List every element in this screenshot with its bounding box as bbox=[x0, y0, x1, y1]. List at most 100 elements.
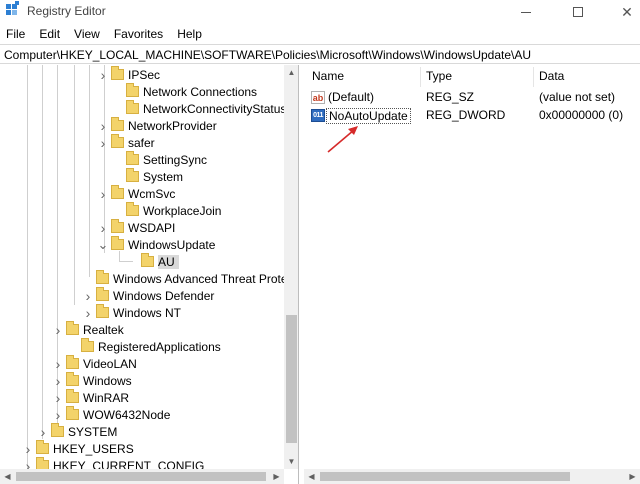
folder-icon bbox=[36, 440, 49, 454]
tree-item[interactable]: › SYSTEM bbox=[37, 423, 117, 440]
tree-guide-line bbox=[89, 65, 90, 277]
menu-edit[interactable]: Edit bbox=[39, 27, 60, 41]
tree-item[interactable]: System bbox=[112, 168, 183, 185]
tree-item-label: Windows Advanced Threat Protect bbox=[113, 271, 297, 286]
folder-icon bbox=[126, 83, 139, 97]
chevron-right-icon[interactable]: › bbox=[97, 135, 109, 151]
chevron-right-icon[interactable]: › bbox=[37, 424, 49, 440]
tree-item[interactable]: › HKEY_USERS bbox=[22, 440, 134, 457]
chevron-down-icon[interactable]: ⌄ bbox=[97, 237, 109, 252]
tree-scroll-thumb[interactable] bbox=[286, 315, 297, 443]
maximize-button[interactable] bbox=[555, 0, 601, 24]
title-bar: Registry Editor ✕ bbox=[0, 0, 640, 24]
folder-icon bbox=[111, 66, 124, 80]
tree-hscroll-thumb[interactable] bbox=[16, 472, 266, 481]
tree-item[interactable]: RegisteredApplications bbox=[67, 338, 221, 355]
tree-item-label: safer bbox=[128, 135, 155, 150]
scroll-left-icon[interactable]: ◀ bbox=[304, 469, 319, 484]
tree-horizontal-scrollbar[interactable]: ◀ ▶ bbox=[0, 469, 284, 484]
value-row-noautoupdate[interactable]: 011 NoAutoUpdate REG_DWORD 0x00000000 (0… bbox=[304, 107, 640, 124]
value-type: REG_SZ bbox=[426, 90, 475, 104]
chevron-right-icon[interactable]: › bbox=[52, 356, 64, 372]
folder-icon bbox=[81, 338, 94, 352]
scroll-down-icon[interactable]: ▼ bbox=[284, 454, 298, 469]
values-horizontal-scrollbar[interactable]: ◀ ▶ bbox=[304, 469, 640, 484]
tree-item[interactable]: › VideoLAN bbox=[52, 355, 137, 372]
address-bar[interactable]: Computer\HKEY_LOCAL_MACHINE\SOFTWARE\Pol… bbox=[0, 44, 640, 64]
tree-item[interactable]: Windows Advanced Threat Protect bbox=[82, 270, 297, 287]
folder-icon bbox=[66, 321, 79, 335]
menu-view[interactable]: View bbox=[74, 27, 100, 41]
chevron-right-icon[interactable]: › bbox=[52, 407, 64, 423]
folder-icon bbox=[66, 389, 79, 403]
menu-help[interactable]: Help bbox=[177, 27, 202, 41]
scroll-right-icon[interactable]: ▶ bbox=[625, 469, 640, 484]
tree-item-label: WOW6432Node bbox=[83, 407, 171, 422]
tree-item[interactable]: › Realtek bbox=[52, 321, 124, 338]
chevron-right-icon[interactable]: › bbox=[97, 220, 109, 236]
chevron-right-icon[interactable]: › bbox=[82, 305, 94, 321]
scroll-left-icon[interactable]: ◀ bbox=[0, 469, 15, 484]
folder-icon bbox=[111, 117, 124, 131]
values-hscroll-thumb[interactable] bbox=[320, 472, 570, 481]
tree-item-label: Windows Defender bbox=[113, 288, 215, 303]
chevron-right-icon[interactable]: › bbox=[82, 288, 94, 304]
chevron-right-icon[interactable]: › bbox=[97, 67, 109, 83]
menu-favorites[interactable]: Favorites bbox=[114, 27, 163, 41]
tree-item-label: IPSec bbox=[128, 67, 161, 82]
column-separator[interactable] bbox=[420, 67, 421, 87]
value-name: (Default) bbox=[328, 90, 375, 104]
column-header-type[interactable]: Type bbox=[426, 69, 452, 83]
scroll-right-icon[interactable]: ▶ bbox=[269, 469, 284, 484]
tree-item[interactable]: WorkplaceJoin bbox=[112, 202, 221, 219]
tree-item[interactable]: ⌄ WindowsUpdate bbox=[97, 236, 215, 253]
menu-file[interactable]: File bbox=[6, 27, 25, 41]
tree-item[interactable]: › safer bbox=[97, 134, 155, 151]
tree-item[interactable]: › WSDAPI bbox=[97, 219, 175, 236]
minimize-icon bbox=[521, 11, 531, 13]
chevron-right-icon[interactable]: › bbox=[52, 390, 64, 406]
tree-item[interactable]: Network Connections bbox=[112, 83, 257, 100]
tree-item-label: HKEY_USERS bbox=[53, 441, 134, 456]
chevron-right-icon[interactable]: › bbox=[97, 118, 109, 134]
registry-editor-icon bbox=[6, 1, 20, 18]
chevron-right-icon[interactable]: › bbox=[52, 373, 64, 389]
tree-item[interactable]: › IPSec bbox=[97, 66, 160, 83]
scroll-up-icon[interactable]: ▲ bbox=[284, 65, 298, 80]
value-row-default[interactable]: ab (Default) REG_SZ (value not set) bbox=[304, 89, 640, 106]
tree-item[interactable]: › WcmSvc bbox=[97, 185, 175, 202]
tree-item-label: SYSTEM bbox=[68, 424, 118, 439]
string-value-icon: ab bbox=[311, 91, 325, 104]
tree-item[interactable]: › NetworkProvider bbox=[97, 117, 217, 134]
close-button[interactable]: ✕ bbox=[604, 0, 640, 24]
tree-vertical-scrollbar[interactable]: ▲ ▼ bbox=[284, 65, 298, 469]
folder-icon bbox=[111, 134, 124, 148]
tree-item[interactable]: › Windows NT bbox=[82, 304, 181, 321]
tree-item-label: Network Connections bbox=[143, 84, 258, 99]
column-header-data[interactable]: Data bbox=[539, 69, 564, 83]
tree-item[interactable]: › WinRAR bbox=[52, 389, 129, 406]
folder-icon bbox=[111, 236, 124, 250]
tree-item[interactable]: SettingSync bbox=[112, 151, 207, 168]
tree-item[interactable]: AU bbox=[127, 253, 179, 270]
folder-icon bbox=[66, 406, 79, 420]
column-separator[interactable] bbox=[533, 67, 534, 87]
folder-icon bbox=[51, 423, 64, 437]
tree-item-label: AU bbox=[158, 254, 179, 269]
chevron-right-icon[interactable]: › bbox=[22, 441, 34, 457]
tree-item[interactable]: › WOW6432Node bbox=[52, 406, 170, 423]
folder-icon bbox=[111, 219, 124, 233]
tree-item[interactable]: › Windows bbox=[52, 372, 132, 389]
folder-icon bbox=[66, 355, 79, 369]
minimize-button[interactable] bbox=[503, 0, 549, 24]
tree-item[interactable]: NetworkConnectivityStatusIndi bbox=[112, 100, 298, 117]
chevron-right-icon[interactable]: › bbox=[97, 186, 109, 202]
chevron-right-icon[interactable]: › bbox=[52, 322, 64, 338]
tree-item[interactable]: › Windows Defender bbox=[82, 287, 214, 304]
values-pane: Name Type Data ab (Default) REG_SZ (valu… bbox=[304, 65, 640, 484]
column-header-name[interactable]: Name bbox=[312, 69, 344, 83]
